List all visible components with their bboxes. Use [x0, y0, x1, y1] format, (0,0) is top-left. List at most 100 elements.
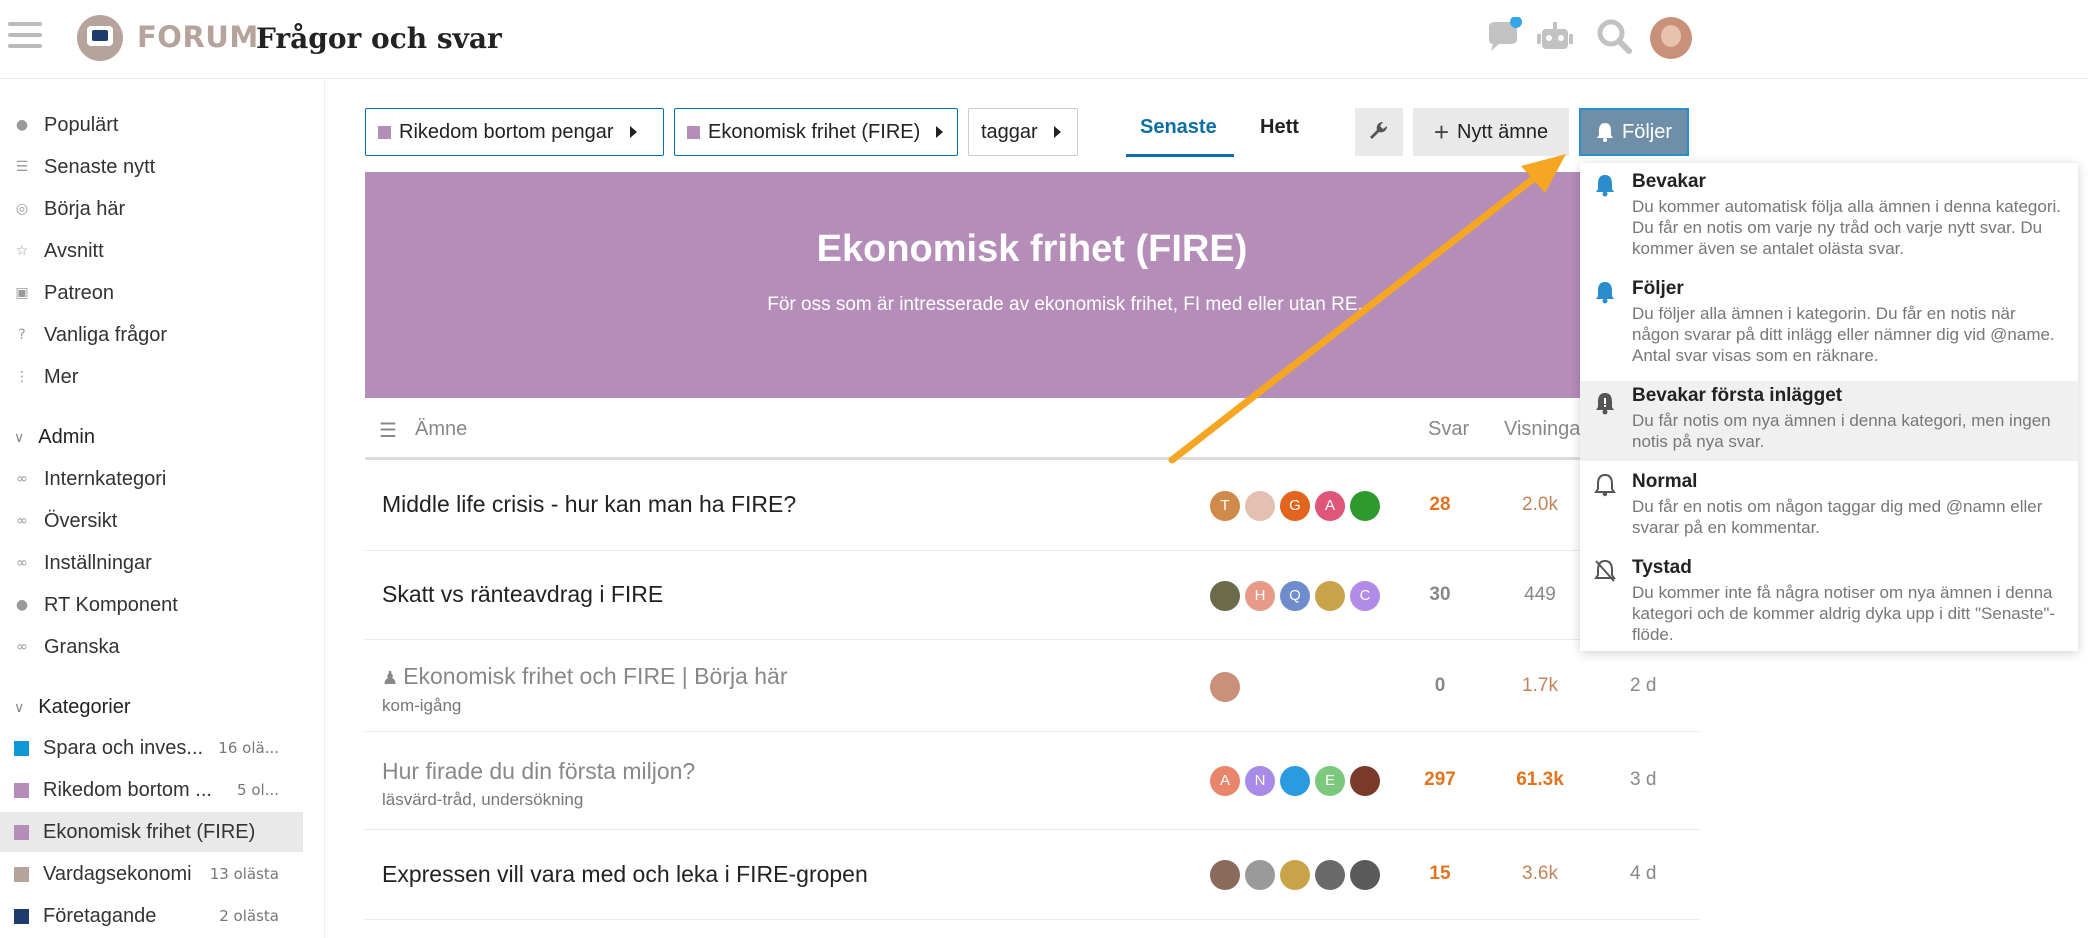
sidebar-item-episodes[interactable]: ☆ Avsnitt — [0, 231, 303, 271]
tab-latest[interactable]: Senaste — [1140, 116, 1217, 139]
sidebar-section-admin[interactable]: ∨ Admin — [14, 426, 95, 449]
sidebar-item-more[interactable]: ⋮ Mer — [0, 357, 303, 397]
site-logo[interactable] — [77, 15, 123, 61]
poster-avatar[interactable] — [1350, 491, 1380, 521]
table-row[interactable]: Skatt vs ränteavdrag i FIRE H Q C 30 449 — [365, 551, 1699, 640]
category-banner: Ekonomisk frihet (FIRE) För oss som är i… — [365, 172, 1699, 398]
sidebar-item-review[interactable]: ∞ Granska — [0, 627, 303, 667]
reply-count[interactable]: 297 — [1412, 769, 1468, 791]
poster-avatar[interactable]: C — [1350, 580, 1380, 611]
wrench-button[interactable] — [1355, 108, 1403, 156]
table-row[interactable]: Hur firade du din första miljon? läsvärd-… — [365, 732, 1699, 830]
sidebar-item-label: Granska — [44, 635, 120, 658]
poster-avatar[interactable]: A — [1210, 766, 1240, 796]
bell-outline-icon — [1594, 473, 1616, 497]
option-tracking[interactable]: Följer Du följer alla ämnen i kategorin.… — [1580, 270, 2078, 377]
poster-avatar[interactable]: T — [1210, 491, 1240, 521]
poster-avatar[interactable]: E — [1315, 766, 1345, 796]
reply-count[interactable]: 0 — [1412, 675, 1468, 697]
topic-title[interactable]: Expressen vill vara med och leka i FIRE-… — [382, 861, 868, 888]
sidebar-item-label: Rikedom bortom ... — [43, 778, 212, 801]
poster-avatar[interactable] — [1315, 860, 1345, 890]
topic-title[interactable]: Middle life crisis - hur kan man ha FIRE… — [382, 491, 796, 518]
breadcrumb-category[interactable]: Ekonomisk frihet (FIRE) — [674, 108, 958, 156]
column-views[interactable]: Visningar — [1504, 418, 1587, 441]
sidebar-item-latest[interactable]: ☰ Senaste nytt — [0, 147, 303, 187]
sidebar-item-rt-component[interactable]: ● RT Komponent — [0, 585, 303, 625]
poster-avatar[interactable] — [1210, 671, 1240, 702]
option-normal[interactable]: Normal Du får en notis om någon taggar d… — [1580, 467, 2078, 549]
option-description: Du får notis om nya ämnen i denna katego… — [1632, 411, 2051, 451]
activity-time[interactable]: 3 d — [1630, 769, 1680, 791]
topic-title[interactable]: Hur firade du din första miljon? — [382, 758, 695, 785]
notification-level-button[interactable]: Följer — [1579, 108, 1689, 156]
poster-avatar[interactable] — [1350, 766, 1380, 796]
poster-avatar[interactable] — [1210, 860, 1240, 890]
option-watching-first-post[interactable]: Bevakar första inlägget Du får notis om … — [1580, 381, 2078, 461]
sidebar-category-rikedom[interactable]: Rikedom bortom ... 5 ol... — [0, 770, 303, 810]
chevron-down-icon: ∨ — [14, 429, 25, 445]
sidebar-item-label: RT Komponent — [44, 593, 178, 616]
reply-count[interactable]: 15 — [1412, 863, 1468, 885]
hamburger-menu-icon[interactable] — [8, 22, 42, 50]
sidebar-category-vardag[interactable]: Vardagsekonomi 13 olästa — [0, 854, 303, 894]
poster-avatar[interactable] — [1315, 580, 1345, 611]
view-count: 2.0k — [1522, 494, 1558, 515]
poster-avatar[interactable]: G — [1280, 491, 1310, 521]
topic-title[interactable]: Skatt vs ränteavdrag i FIRE — [382, 581, 663, 608]
new-topic-button[interactable]: + Nytt ämne — [1413, 108, 1569, 156]
option-muted[interactable]: Tystad Du kommer inte få några notiser o… — [1580, 553, 2078, 651]
sidebar-item-start[interactable]: ◎ Börja här — [0, 189, 303, 229]
bulk-select-icon[interactable]: ☰ — [379, 418, 397, 443]
sidebar-item-patreon[interactable]: ▣ Patreon — [0, 273, 303, 313]
column-replies[interactable]: Svar — [1428, 418, 1469, 441]
caret-right-icon — [629, 126, 637, 138]
poster-avatar[interactable] — [1210, 580, 1240, 611]
reply-count[interactable]: 30 — [1412, 584, 1468, 606]
activity-time[interactable]: 2 d — [1630, 675, 1680, 697]
poster-avatar[interactable] — [1245, 860, 1275, 890]
poster-avatar[interactable] — [1245, 491, 1275, 521]
table-row[interactable]: ♟ Ekonomisk frihet och FIRE | Börja här k… — [365, 641, 1699, 732]
brand-name[interactable]: FORUM — [137, 20, 259, 54]
sidebar-category-spara[interactable]: Spara och inves... 16 olä... — [0, 728, 303, 768]
sidebar-item-label: Spara och inves... — [43, 736, 204, 759]
table-row[interactable]: Expressen vill vara med och leka i FIRE-… — [365, 830, 1699, 920]
search-icon[interactable] — [1594, 17, 1634, 57]
sidebar-category-fire[interactable]: Ekonomisk frihet (FIRE) — [0, 812, 303, 852]
sidebar-item-label: Ekonomisk frihet (FIRE) — [43, 820, 256, 843]
sidebar-item-faq[interactable]: ? Vanliga frågor — [0, 315, 303, 355]
category-color-square — [378, 125, 391, 139]
column-topic[interactable]: Ämne — [415, 418, 467, 441]
unread-count: 5 ol... — [237, 781, 279, 799]
option-watching[interactable]: Bevakar Du kommer automatisk följa alla … — [1580, 163, 2078, 270]
poster-avatar[interactable] — [1280, 766, 1310, 796]
topic-tags[interactable]: kom-igång — [382, 696, 461, 716]
poster-avatar[interactable]: H — [1245, 580, 1275, 611]
chat-icon[interactable] — [1483, 17, 1523, 57]
topic-tags[interactable]: läsvärd-tråd, undersökning — [382, 790, 583, 810]
poster-avatar[interactable]: Q — [1280, 580, 1310, 611]
sidebar-category-foretag[interactable]: Företagande 2 olästa — [0, 896, 303, 936]
bell-exclaim-icon — [1596, 393, 1614, 415]
table-row[interactable]: Middle life crisis - hur kan man ha FIRE… — [365, 461, 1699, 551]
breadcrumb-tags[interactable]: taggar — [968, 108, 1078, 156]
poster-avatar[interactable]: A — [1315, 491, 1345, 521]
activity-time[interactable]: 4 d — [1630, 863, 1680, 885]
site-title[interactable]: Frågor och svar — [256, 22, 502, 55]
reply-count[interactable]: 28 — [1412, 494, 1468, 516]
tab-hot[interactable]: Hett — [1260, 116, 1299, 139]
sidebar-item-internal[interactable]: ∞ Internkategori — [0, 459, 303, 499]
sidebar-item-settings[interactable]: ∞ Inställningar — [0, 543, 303, 583]
breadcrumb-parent-category[interactable]: Rikedom bortom pengar — [365, 108, 664, 156]
robot-icon[interactable] — [1535, 17, 1575, 57]
notification-level-dropdown: Bevakar Du kommer automatisk följa alla … — [1580, 163, 2078, 651]
topic-title[interactable]: ♟ Ekonomisk frihet och FIRE | Börja här — [382, 663, 787, 690]
sidebar-item-popular[interactable]: ● Populärt — [0, 105, 303, 145]
sidebar-item-overview[interactable]: ∞ Översikt — [0, 501, 303, 541]
poster-avatar[interactable] — [1350, 860, 1380, 890]
user-avatar[interactable] — [1650, 17, 1692, 59]
poster-avatar[interactable]: N — [1245, 766, 1275, 796]
sidebar-section-categories[interactable]: ∨ Kategorier — [14, 696, 131, 719]
poster-avatar[interactable] — [1280, 860, 1310, 890]
